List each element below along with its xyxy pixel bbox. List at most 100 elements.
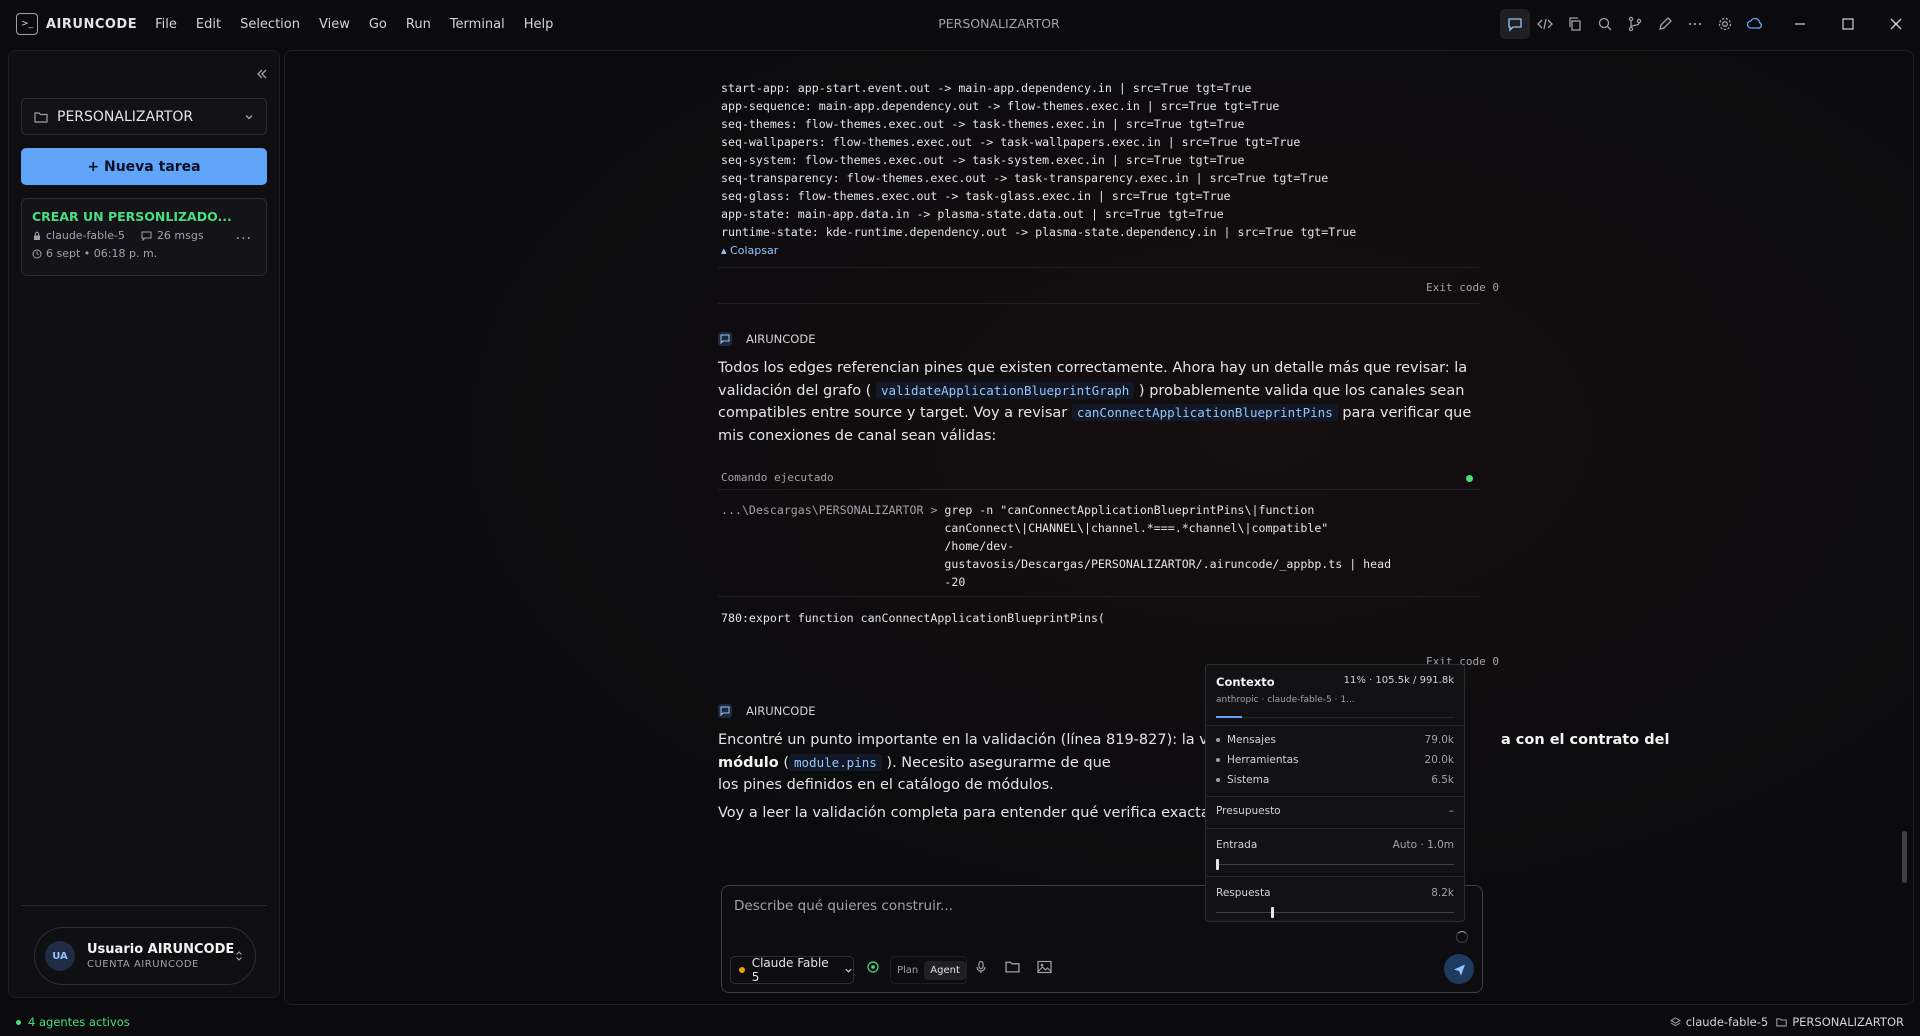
user-account[interactable]: UA Usuario AIRUNCODE CUENTA AIRUNCODE xyxy=(34,927,256,985)
success-dot xyxy=(1466,475,1473,482)
code-line: app-state: main-app.data.in -> plasma-st… xyxy=(721,207,1224,221)
scrollbar[interactable] xyxy=(1902,831,1907,883)
menu-edit[interactable]: Edit xyxy=(196,17,221,32)
menu-bar: File Edit Selection View Go Run Terminal… xyxy=(155,17,572,32)
clock-icon xyxy=(32,249,42,259)
new-task-button[interactable]: + Nueva tarea xyxy=(21,148,267,185)
author-name: AIRUNCODE xyxy=(746,704,816,718)
code-icon[interactable] xyxy=(1530,9,1560,39)
title-bar: >_ AIRUNCODE File Edit Selection View Go… xyxy=(0,0,1920,48)
message-icon xyxy=(141,231,152,241)
command-text: grep -n "canConnectApplicationBlueprintP… xyxy=(944,503,1392,589)
project-selector[interactable]: PERSONALIZARTOR xyxy=(21,98,267,135)
folder-icon xyxy=(1776,1017,1787,1027)
cloud-sync-icon[interactable] xyxy=(1740,9,1770,39)
collapse-button[interactable]: ▴ Colapsar xyxy=(721,244,778,257)
command-output: 780:export function canConnectApplicatio… xyxy=(721,611,1105,625)
message-header: AIRUNCODE xyxy=(718,332,815,346)
menu-view[interactable]: View xyxy=(319,17,350,32)
context-item: Herramientas 20.0k xyxy=(1216,750,1454,770)
model-dot xyxy=(739,967,745,973)
author-name: AIRUNCODE xyxy=(746,332,816,346)
code-line: runtime-state: kde-runtime.dependency.ou… xyxy=(721,225,1357,239)
divider xyxy=(718,267,1481,268)
code-line: app-sequence: main-app.dependency.out ->… xyxy=(721,99,1280,113)
menu-terminal[interactable]: Terminal xyxy=(450,17,505,32)
context-popover: Contexto 11% · 105.5k / 991.8k anthropic… xyxy=(1205,664,1465,922)
status-model[interactable]: claude-fable-5 xyxy=(1686,1015,1769,1029)
code-line: seq-wallpapers: flow-themes.exec.out -> … xyxy=(721,135,1301,149)
folder-icon[interactable] xyxy=(1005,960,1020,973)
maximize-icon[interactable] xyxy=(1824,0,1872,48)
copy-icon[interactable] xyxy=(1560,9,1590,39)
chat-icon[interactable] xyxy=(1500,9,1530,39)
mode-agent[interactable]: Agent xyxy=(924,960,966,980)
menu-run[interactable]: Run xyxy=(406,17,431,32)
context-usage: 11% · 105.5k / 991.8k xyxy=(1343,675,1454,686)
model-selector[interactable]: Claude Fable 5 xyxy=(730,956,854,984)
send-button[interactable] xyxy=(1444,954,1474,984)
more-icon[interactable] xyxy=(1680,9,1710,39)
layers-icon xyxy=(1669,1016,1681,1028)
response-budget-slider[interactable] xyxy=(1216,907,1454,918)
context-item: Mensajes 79.0k xyxy=(1216,730,1454,750)
input-budget-slider[interactable] xyxy=(1216,859,1454,870)
target-icon[interactable] xyxy=(866,960,880,974)
code-line: start-app: app-start.event.out -> main-a… xyxy=(721,81,1252,95)
budget-row: Presupuesto – xyxy=(1216,805,1454,817)
lock-icon xyxy=(32,231,42,241)
inline-code: canConnectApplicationBlueprintPins xyxy=(1071,404,1338,422)
context-item: Sistema 6.5k xyxy=(1216,770,1454,790)
app-logo: >_ AIRUNCODE xyxy=(16,13,137,35)
menu-selection[interactable]: Selection xyxy=(240,17,300,32)
menu-help[interactable]: Help xyxy=(524,17,554,32)
chevron-down-icon xyxy=(244,112,254,122)
microphone-icon[interactable] xyxy=(974,960,988,974)
context-provider: anthropic · claude-fable-5 · 1... xyxy=(1216,695,1355,705)
status-dot xyxy=(16,1019,21,1025)
active-agents[interactable]: 4 agentes activos xyxy=(16,1015,130,1029)
code-line: seq-themes: flow-themes.exec.out -> task… xyxy=(721,117,1245,131)
gear-icon[interactable] xyxy=(1710,9,1740,39)
chevron-down-icon xyxy=(844,966,853,975)
menu-file[interactable]: File xyxy=(155,17,177,32)
task-msg-count: 26 msgs xyxy=(156,229,204,242)
task-date: 6 sept • 06:18 p. m. xyxy=(46,247,158,260)
search-icon[interactable] xyxy=(1590,9,1620,39)
close-icon[interactable] xyxy=(1872,0,1920,48)
assistant-icon xyxy=(718,704,732,718)
code-output: start-app: app-start.event.out -> main-a… xyxy=(721,79,1481,241)
menu-go[interactable]: Go xyxy=(369,17,387,32)
exit-code: Exit code 0 xyxy=(1426,281,1499,294)
divider xyxy=(718,489,1481,490)
minimize-icon[interactable] xyxy=(1776,0,1824,48)
chevron-up-down-icon xyxy=(235,950,243,962)
input-budget-row: Entrada Auto · 1.0m xyxy=(1216,839,1454,851)
mode-plan[interactable]: Plan xyxy=(891,961,924,980)
sidebar: PERSONALIZARTOR + Nueva tarea CREAR UN P… xyxy=(8,50,280,998)
edit-icon[interactable] xyxy=(1650,9,1680,39)
command-prompt: ...\Descargas\PERSONALIZARTOR > xyxy=(721,503,945,517)
folder-icon xyxy=(34,111,48,123)
status-project[interactable]: PERSONALIZARTOR xyxy=(1792,1015,1904,1029)
user-name: Usuario AIRUNCODE xyxy=(87,942,235,957)
loading-spinner xyxy=(1456,931,1468,943)
terminal-logo-icon: >_ xyxy=(16,13,38,35)
image-icon[interactable] xyxy=(1037,960,1052,974)
assistant-icon xyxy=(718,332,732,346)
collapse-sidebar-icon[interactable] xyxy=(255,67,269,81)
sidebar-divider xyxy=(21,905,267,906)
user-subtitle: CUENTA AIRUNCODE xyxy=(87,959,199,970)
code-line: seq-system: flow-themes.exec.out -> task… xyxy=(721,153,1245,167)
prompt-placeholder: Describe qué quieres construir... xyxy=(734,898,954,914)
task-card[interactable]: CREAR UN PERSONLIZADO... claude-fable-5 … xyxy=(21,198,267,276)
inline-code: validateApplicationBlueprintGraph xyxy=(875,381,1135,399)
code-line: seq-glass: flow-themes.exec.out -> task-… xyxy=(721,189,1231,203)
git-branch-icon[interactable] xyxy=(1620,9,1650,39)
divider xyxy=(718,596,1481,597)
task-more-icon[interactable]: ··· xyxy=(236,231,252,247)
chat-panel: start-app: app-start.event.out -> main-a… xyxy=(284,50,1914,1005)
model-name: Claude Fable 5 xyxy=(751,956,829,984)
task-title: CREAR UN PERSONLIZADO... xyxy=(32,209,232,224)
context-usage-bar xyxy=(1216,716,1454,718)
